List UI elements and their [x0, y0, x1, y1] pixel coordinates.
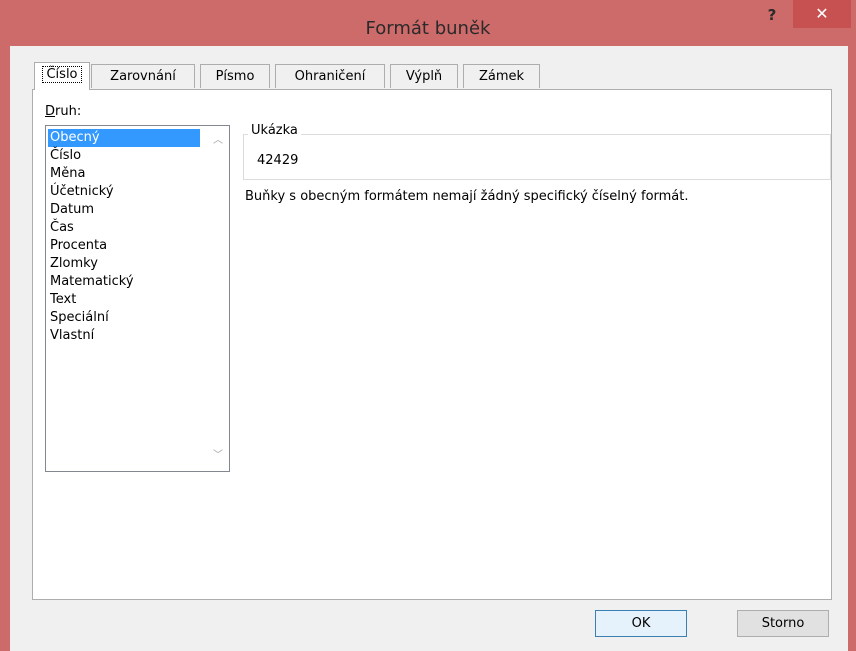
list-item[interactable]: Datum — [48, 201, 200, 219]
list-item[interactable]: Obecný — [48, 129, 200, 147]
list-item[interactable]: Zlomky — [48, 255, 200, 273]
tab-vypln[interactable]: Výplň — [390, 64, 458, 88]
list-item[interactable]: Vlastní — [48, 327, 200, 345]
tab-label: Písmo — [215, 69, 255, 84]
ok-button[interactable]: OK — [595, 610, 687, 637]
tab-label: Zámek — [478, 69, 525, 84]
tab-cislo[interactable]: Číslo — [34, 62, 90, 90]
close-icon: ✕ — [815, 4, 829, 23]
sample-value: 42429 — [257, 153, 299, 168]
dialog-client-area: Číslo Zarovnání Písmo Ohraničení Výplň Z… — [10, 46, 848, 651]
list-item[interactable]: Čas — [48, 219, 200, 237]
chevron-up-icon[interactable]: ︿ — [207, 132, 229, 150]
sample-group — [243, 134, 831, 180]
close-button[interactable]: ✕ — [793, 0, 851, 28]
list-item[interactable]: Procenta — [48, 237, 200, 255]
tab-label: Výplň — [405, 69, 443, 84]
list-item[interactable]: Text — [48, 291, 200, 309]
tab-label: Číslo — [42, 66, 82, 83]
list-item[interactable]: Číslo — [48, 147, 200, 165]
title-bar: Formát buněk ? ✕ — [0, 0, 856, 46]
tab-ohraniceni[interactable]: Ohraničení — [275, 64, 385, 88]
list-item[interactable]: Měna — [48, 165, 200, 183]
list-item[interactable]: Speciální — [48, 309, 200, 327]
format-description: Buňky s obecným formátem nemají žádný sp… — [245, 189, 689, 204]
help-button[interactable]: ? — [752, 0, 792, 28]
tab-label: Ohraničení — [294, 69, 366, 84]
tab-panel-cislo: Druh: Obecný Číslo Měna Účetnický Datum … — [32, 89, 832, 600]
tab-zarovnani[interactable]: Zarovnání — [91, 64, 195, 88]
cancel-button[interactable]: Storno — [737, 610, 829, 637]
category-label: Druh: — [45, 104, 82, 119]
listbox-scrollbar[interactable]: ︿ ﹀ — [207, 126, 229, 471]
chevron-down-icon[interactable]: ﹀ — [207, 447, 229, 465]
tab-pismo[interactable]: Písmo — [200, 64, 270, 88]
window-title: Formát buněk — [365, 18, 491, 39]
list-item[interactable]: Matematický — [48, 273, 200, 291]
category-listbox[interactable]: Obecný Číslo Měna Účetnický Datum Čas Pr… — [45, 125, 230, 472]
tab-label: Zarovnání — [110, 69, 176, 84]
tab-zamek[interactable]: Zámek — [463, 64, 540, 88]
sample-legend: Ukázka — [248, 123, 301, 138]
dialog-window: Formát buněk ? ✕ Číslo Zarovnání Písmo O… — [0, 0, 856, 651]
list-item[interactable]: Účetnický — [48, 183, 200, 201]
